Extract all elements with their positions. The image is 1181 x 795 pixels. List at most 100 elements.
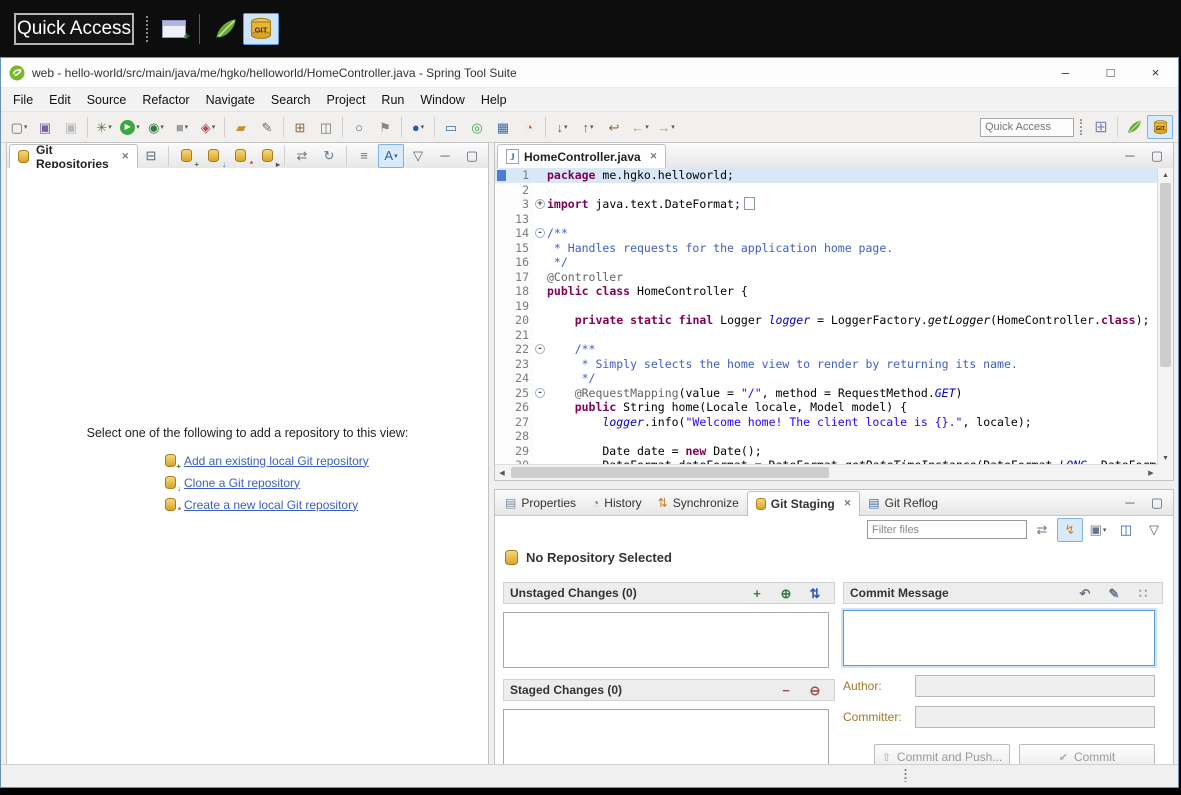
last-edit-button[interactable]: ↩ <box>601 115 627 139</box>
horizontal-scrollbar[interactable]: ◀ ▶ <box>495 464 1158 480</box>
collapse-all-button[interactable]: ⊟ <box>138 144 164 168</box>
external-tools-button[interactable]: ◈ ▾ <box>195 115 221 139</box>
code-line[interactable]: 24 */ <box>495 371 1158 386</box>
folded-region-box[interactable] <box>743 197 755 210</box>
debug-button[interactable]: ✳ ▾ <box>91 115 117 139</box>
open-perspective-button[interactable]: ⊞ <box>1088 115 1114 139</box>
maximize-editor-button[interactable]: ▢ <box>1144 144 1170 168</box>
stage-selected-button[interactable]: + <box>744 581 770 605</box>
git-perspective-button[interactable]: GIT <box>1147 115 1173 139</box>
sign-off-button[interactable]: ✎ <box>1101 581 1127 605</box>
run-button[interactable]: ▶ ▾ <box>117 115 143 139</box>
menu-navigate[interactable]: Navigate <box>198 90 263 110</box>
terminate-button[interactable]: ■ ▾ <box>169 115 195 139</box>
fold-marker-icon[interactable]: - <box>535 228 545 238</box>
maximize-staging-button[interactable]: ▢ <box>1144 491 1170 515</box>
sort-toggle-button[interactable]: A ▾ <box>378 143 404 168</box>
code-line[interactable]: 1 package me.hgko.helloworld; <box>495 168 1158 183</box>
next-annotation-button[interactable]: ↓ ▾ <box>549 115 575 139</box>
save-all-button[interactable]: ▣ <box>58 115 84 139</box>
code-line[interactable]: 22- /** <box>495 342 1158 357</box>
menu-source[interactable]: Source <box>79 90 135 110</box>
code-line[interactable]: 17 @Controller <box>495 269 1158 284</box>
unstage-all-button[interactable]: ⊖ <box>802 678 828 702</box>
menu-refactor[interactable]: Refactor <box>134 90 197 110</box>
close-tab-icon[interactable]: ✕ <box>844 498 852 509</box>
code-line[interactable]: 28 <box>495 429 1158 444</box>
tab-properties[interactable]: ▤ Properties <box>497 491 584 515</box>
search-button[interactable]: ○ <box>346 115 372 139</box>
code-line[interactable]: 19 <box>495 298 1158 313</box>
menu-run[interactable]: Run <box>373 90 412 110</box>
spring-boot-button[interactable]: ◎ <box>464 115 490 139</box>
console-button[interactable]: ▭ <box>438 115 464 139</box>
scrollbar-thumb[interactable] <box>511 467 830 478</box>
git-perspective-button[interactable]: GIT <box>243 12 279 45</box>
scroll-right-arrow[interactable]: ▶ <box>1144 465 1158 480</box>
fold-marker-icon[interactable]: - <box>535 344 545 354</box>
menu-window[interactable]: Window <box>412 90 472 110</box>
spring-perspective-button[interactable] <box>1121 115 1147 139</box>
clock-button[interactable]: ◔ <box>516 115 542 139</box>
code-line[interactable]: 20 private static final Logger logger = … <box>495 313 1158 328</box>
code-line[interactable]: 29 Date date = new Date(); <box>495 443 1158 458</box>
prev-annotation-button[interactable]: ↑ ▾ <box>575 115 601 139</box>
menu-file[interactable]: File <box>5 90 41 110</box>
staged-changes-list[interactable] <box>503 709 829 765</box>
code-line[interactable]: 16 */ <box>495 255 1158 270</box>
profile-button[interactable]: ◉ ▾ <box>143 115 169 139</box>
tab-git-staging[interactable]: Git Staging ✕ <box>746 490 861 516</box>
add-repo-button[interactable]: + <box>173 144 199 169</box>
commit-message-input[interactable] <box>843 610 1155 666</box>
switch-repo-button[interactable]: ↯ <box>1057 517 1083 542</box>
layout-button[interactable]: ◫ <box>1113 518 1139 542</box>
filter-files-input[interactable] <box>867 520 1027 539</box>
new-wizard-button[interactable]: ▢ ▾ <box>6 115 32 139</box>
editor-body[interactable]: 1 package me.hgko.helloworld; 2 3 + import ja… <box>495 168 1173 480</box>
minimize-staging-button[interactable]: ─ <box>1117 491 1143 515</box>
compare-mode-button[interactable]: ⇄ <box>1029 518 1055 542</box>
tab-git-repositories[interactable]: Git Repositories ✕ <box>9 143 138 171</box>
tab-history[interactable]: ◔ History <box>584 491 650 515</box>
fold-marker-icon[interactable]: + <box>535 199 545 209</box>
committer-field[interactable] <box>915 706 1155 728</box>
close-tab-icon[interactable]: ✕ <box>121 151 129 162</box>
view-menu-button[interactable]: ▽ <box>405 144 431 168</box>
unstage-selected-button[interactable]: − <box>773 678 799 702</box>
menu-help[interactable]: Help <box>473 90 515 110</box>
sort-files-button[interactable]: ⇅ <box>802 581 828 605</box>
tab-synchronize[interactable]: ⇅ Synchronize <box>650 491 747 515</box>
repo-groups-button[interactable]: ▸ <box>254 144 280 169</box>
scrollbar-thumb[interactable] <box>1160 183 1171 368</box>
scroll-down-arrow[interactable]: ▼ <box>1158 451 1173 465</box>
minimize-view-button[interactable]: ─ <box>432 144 458 168</box>
more-handle[interactable]: ∷ <box>1130 581 1156 605</box>
code-line[interactable]: 21 <box>495 327 1158 342</box>
author-field[interactable] <box>915 675 1155 697</box>
refresh-button[interactable]: ↻ <box>316 144 342 168</box>
maximize-window-button[interactable]: □ <box>1088 58 1133 87</box>
code-line[interactable]: 23 * Simply selects the home view to ren… <box>495 356 1158 371</box>
user-account-button[interactable]: ● ▾ <box>405 115 431 139</box>
mark-occurrences-button[interactable]: ⚑ <box>372 115 398 139</box>
edit-config-button[interactable]: ✎ <box>254 115 280 139</box>
maximize-view-button[interactable]: ▢ <box>459 144 485 168</box>
minimize-editor-button[interactable]: ─ <box>1117 144 1143 168</box>
quick-access-button[interactable]: Quick Access <box>14 12 134 45</box>
forward-button[interactable]: → ▾ <box>653 115 679 139</box>
scroll-up-arrow[interactable]: ▲ <box>1158 168 1173 182</box>
code-line[interactable]: 3 + import java.text.DateFormat; <box>495 197 1158 212</box>
code-line[interactable]: 18 public class HomeController { <box>495 284 1158 299</box>
code-line[interactable]: 27 logger.info("Welcome home! The client… <box>495 414 1158 429</box>
quick-access-input[interactable] <box>980 117 1074 137</box>
spring-perspective-button[interactable] <box>209 15 243 43</box>
clone-repo-button[interactable]: ↓ <box>200 144 226 169</box>
repo-link-2[interactable]: Create a new local Git repository <box>184 498 358 512</box>
vertical-scrollbar[interactable]: ▲ ▼ <box>1157 168 1173 465</box>
hierarchy-button[interactable]: ≡ <box>351 144 377 168</box>
scroll-left-arrow[interactable]: ◀ <box>495 465 509 480</box>
dashboard-button[interactable]: ▦ <box>490 115 516 139</box>
code-line[interactable]: 2 <box>495 182 1158 197</box>
close-tab-icon[interactable]: ✕ <box>650 151 658 162</box>
code-line[interactable]: 13 <box>495 211 1158 226</box>
